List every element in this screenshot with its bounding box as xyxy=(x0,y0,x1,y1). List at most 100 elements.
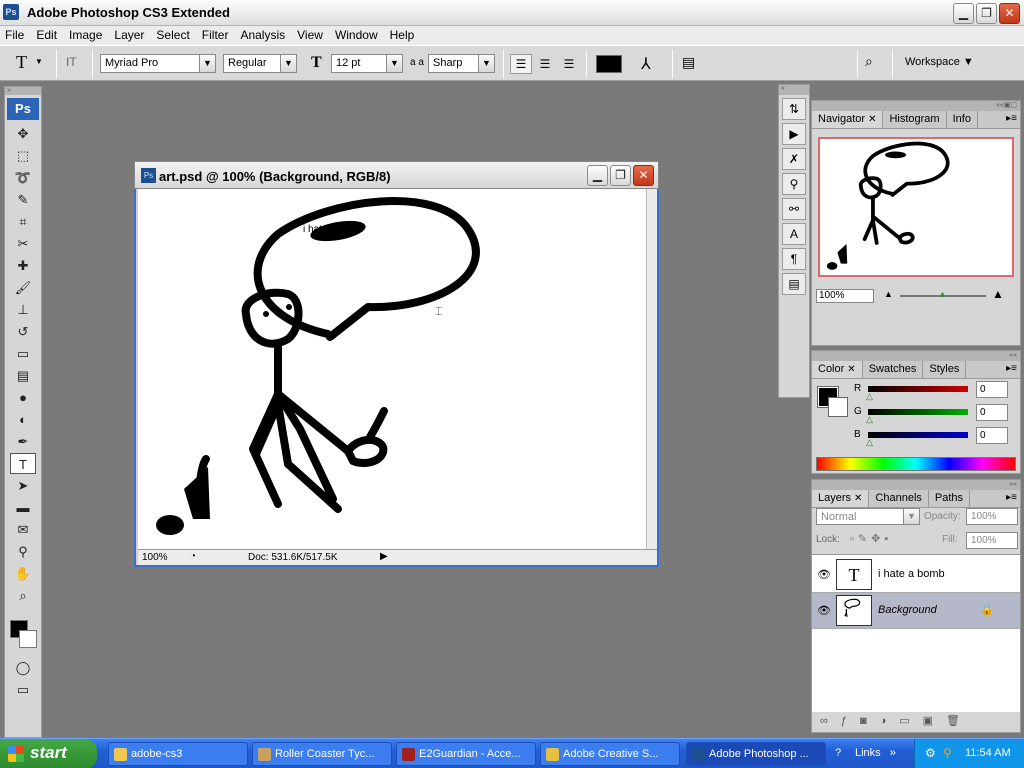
panel-header[interactable]: «« xyxy=(812,480,1020,490)
menu-filter[interactable]: Filter xyxy=(197,26,236,45)
chevron-right-icon[interactable]: » xyxy=(890,747,896,759)
document-canvas[interactable]: i hate a bomb ⌶ xyxy=(138,189,655,549)
marquee-tool-icon[interactable]: ⬚ xyxy=(10,145,36,166)
layer-name[interactable]: Background xyxy=(878,604,937,616)
tab-swatches[interactable]: Swatches xyxy=(863,361,924,378)
orientation-toggle-icon[interactable]: IT xyxy=(66,55,77,69)
panel-header[interactable]: ««▣▢ xyxy=(812,101,1020,111)
eye-icon[interactable]: 👁 xyxy=(816,568,832,582)
layers-footer-buttons[interactable]: ∞ƒ◙◑▭▣🗑 xyxy=(820,714,973,727)
taskbar-item-adobe-cs3[interactable]: adobe-cs3 xyxy=(108,742,248,766)
brush-tool-icon[interactable]: 🖌 xyxy=(10,277,36,298)
layer-row-background[interactable]: 👁 Background 🔒 xyxy=(812,593,1020,629)
menu-file[interactable]: File xyxy=(0,26,31,45)
color-background-swatch[interactable] xyxy=(828,397,848,417)
blue-slider[interactable] xyxy=(868,432,968,438)
type-tool-preset-icon[interactable]: T xyxy=(16,52,27,73)
tab-histogram[interactable]: Histogram xyxy=(883,111,947,128)
tab-paths[interactable]: Paths xyxy=(929,490,971,507)
anti-alias-select[interactable]: Sharp ▼ xyxy=(428,54,495,73)
dodge-tool-icon[interactable]: ◐ xyxy=(10,409,36,430)
notes-tool-icon[interactable]: ✉ xyxy=(10,519,36,540)
crop-tool-icon[interactable]: ⌗ xyxy=(10,211,36,232)
close-button[interactable]: ✕ xyxy=(999,3,1020,24)
panel-menu-icon[interactable]: ▸≡ xyxy=(1006,363,1017,374)
panel-header[interactable]: «« xyxy=(812,351,1020,361)
eyedropper-tool-icon[interactable]: ⚲ xyxy=(10,541,36,562)
menu-view[interactable]: View xyxy=(292,26,330,45)
clone-stamp-tool-icon[interactable]: ⊥ xyxy=(10,299,36,320)
gradient-tool-icon[interactable]: ▤ xyxy=(10,365,36,386)
move-tool-icon[interactable]: ✥ xyxy=(10,123,36,144)
taskbar-item-e2guardian[interactable]: E2Guardian - Acce... xyxy=(396,742,536,766)
tray-search-icon[interactable]: ⚲ xyxy=(943,746,952,760)
green-slider[interactable] xyxy=(868,409,968,415)
warp-text-icon[interactable]: ⅄ xyxy=(641,54,651,74)
taskbar-item-roller-coaster[interactable]: Roller Coaster Tyc... xyxy=(252,742,392,766)
status-menu-icon[interactable]: ◔ xyxy=(190,551,196,562)
shape-tool-icon[interactable]: ▬ xyxy=(10,497,36,518)
lock-options[interactable]: ▫✎✥▪ xyxy=(850,532,892,545)
eye-icon[interactable]: 👁 xyxy=(816,604,832,618)
blue-slider-thumb[interactable]: △ xyxy=(866,437,873,448)
pen-tool-icon[interactable]: ✒ xyxy=(10,431,36,452)
tool-preset-dropdown-icon[interactable]: ▼ xyxy=(35,57,43,66)
status-arrow-icon[interactable]: ▶ xyxy=(380,551,388,562)
layer-row-text[interactable]: 👁 T i hate a bomb xyxy=(812,557,1020,593)
tab-channels[interactable]: Channels xyxy=(869,490,929,507)
red-value-field[interactable]: 0 xyxy=(976,381,1008,398)
align-right-button[interactable]: ☰ xyxy=(558,54,580,74)
character-panel-icon[interactable]: ▤ xyxy=(682,54,695,71)
background-color-swatch[interactable] xyxy=(19,630,37,648)
align-left-button[interactable]: ☰ xyxy=(510,54,532,74)
lasso-tool-icon[interactable]: ➰ xyxy=(10,167,36,188)
help-icon[interactable]: ? xyxy=(835,747,841,759)
healing-brush-tool-icon[interactable]: ✚ xyxy=(10,255,36,276)
blend-mode-select[interactable]: Normal ▼ xyxy=(816,508,920,525)
workspace-menu[interactable]: Workspace ▼ xyxy=(905,56,974,68)
tool-presets-icon[interactable]: ✗ xyxy=(782,148,806,170)
panel-menu-icon[interactable]: ▸≡ xyxy=(1006,113,1017,124)
tab-color[interactable]: Color ✕ xyxy=(812,361,863,378)
character-panel-icon[interactable]: A xyxy=(782,223,806,245)
tab-styles[interactable]: Styles xyxy=(923,361,967,378)
quick-selection-tool-icon[interactable]: ✎ xyxy=(10,189,36,210)
fill-field[interactable]: 100% xyxy=(966,532,1018,549)
document-title-bar[interactable]: Ps art.psd @ 100% (Background, RGB/8) ▁ … xyxy=(134,161,659,189)
green-value-field[interactable]: 0 xyxy=(976,404,1008,421)
dock-grip[interactable]: « xyxy=(779,85,809,95)
layer-comps-icon[interactable]: ▤ xyxy=(782,273,806,295)
blue-value-field[interactable]: 0 xyxy=(976,427,1008,444)
document-maximize-button[interactable]: ❐ xyxy=(610,165,631,186)
paragraph-panel-icon[interactable]: ¶ xyxy=(782,248,806,270)
type-tool-icon[interactable]: T xyxy=(10,453,36,474)
red-slider-thumb[interactable]: △ xyxy=(866,391,873,402)
menu-image[interactable]: Image xyxy=(64,26,109,45)
history-brush-tool-icon[interactable]: ↺ xyxy=(10,321,36,342)
navigator-preview[interactable] xyxy=(818,137,1014,277)
tab-layers[interactable]: Layers ✕ xyxy=(812,490,870,507)
menu-help[interactable]: Help xyxy=(385,26,422,45)
tray-network-icon[interactable]: ⚙ xyxy=(925,746,936,760)
restore-button[interactable]: ❐ xyxy=(976,3,997,24)
tab-navigator[interactable]: Navigator ✕ xyxy=(812,111,884,128)
red-slider[interactable] xyxy=(868,386,968,392)
taskbar-item-adobe-creative-suite[interactable]: Adobe Creative S... xyxy=(540,742,680,766)
document-zoom-field[interactable]: 100% xyxy=(142,552,168,563)
green-slider-thumb[interactable]: △ xyxy=(866,414,873,425)
tab-info[interactable]: Info xyxy=(947,111,978,128)
vertical-scrollbar[interactable] xyxy=(646,189,657,549)
font-size-select[interactable]: 12 pt ▼ xyxy=(331,54,403,73)
align-center-button[interactable]: ☰ xyxy=(534,54,556,74)
menu-select[interactable]: Select xyxy=(151,26,196,45)
actions-panel-icon[interactable]: ▶ xyxy=(782,123,806,145)
text-color-swatch[interactable] xyxy=(596,55,622,73)
font-family-select[interactable]: Myriad Pro ▼ xyxy=(100,54,216,73)
quick-mask-icon[interactable]: ◯ xyxy=(10,657,36,678)
history-panel-icon[interactable]: ⇅ xyxy=(782,98,806,120)
path-selection-tool-icon[interactable]: ➤ xyxy=(10,475,36,496)
opacity-field[interactable]: 100% xyxy=(966,508,1018,525)
menu-layer[interactable]: Layer xyxy=(109,26,151,45)
clone-source-icon[interactable]: ⚯ xyxy=(782,198,806,220)
brushes-panel-icon[interactable]: ⚲ xyxy=(782,173,806,195)
